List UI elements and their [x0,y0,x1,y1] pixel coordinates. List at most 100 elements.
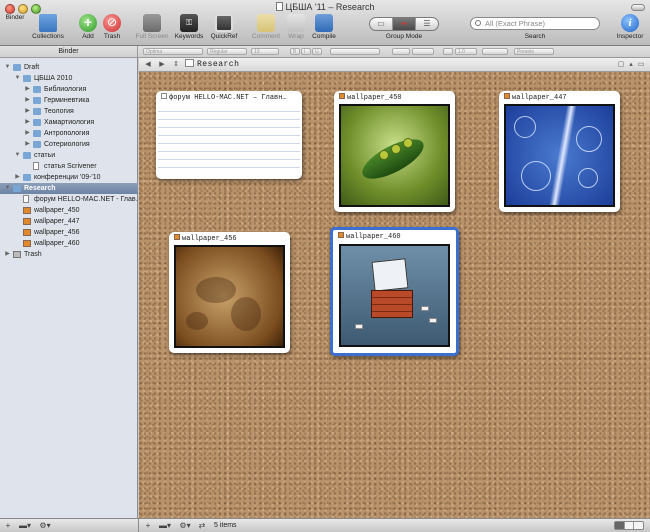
trash-icon [13,251,21,258]
card-title: wallpaper_456 [174,234,286,244]
disclosure-collapsed-icon[interactable]: ▶ [24,139,31,150]
add-folder-icon[interactable]: ▬▾ [17,521,33,530]
gear-icon[interactable]: ⚙▾ [177,521,193,530]
window-toolbar: ЦБША '11 – Research Binder Collections +… [0,0,650,90]
binder-item-label: Теология [44,108,74,115]
line-spacing-select[interactable]: 1.0 [455,48,477,55]
disclosure-expanded-icon[interactable]: ▼ [14,150,21,161]
binder-item-label: Research [24,185,56,192]
binder-item-label: wallpaper_447 [34,218,80,225]
binder-item-folder[interactable]: ▶ Теология [0,106,138,117]
group-mode-control[interactable]: ▭ ▪▪ ☰ [369,17,439,31]
disclosure-collapsed-icon[interactable]: ▶ [24,95,31,106]
disclosure-expanded-icon[interactable]: ▼ [14,73,21,84]
index-card[interactable]: wallpaper_450 [334,91,455,212]
split-up-icon[interactable]: ▴ [626,60,636,69]
split-editor-icon[interactable]: ▭ [636,60,646,69]
binder-item-folder[interactable]: ▶ Антропология [0,128,138,139]
folder-icon [33,119,41,126]
search-label: Search [524,33,546,40]
disclosure-collapsed-icon[interactable]: ▶ [24,128,31,139]
highlight-color-select[interactable] [412,48,434,55]
add-item-icon[interactable]: + [3,521,13,530]
disclosure-expanded-icon[interactable]: ▼ [4,62,11,73]
disclosure-collapsed-icon[interactable]: ▶ [24,106,31,117]
index-card-selected[interactable]: wallpaper_460 [330,227,459,356]
index-card[interactable]: форум HELLO-MAC.NET – Главн… [156,91,302,179]
format-bar: Binder Optima Regular 13 B I U 1.0 Prese… [0,46,650,58]
history-chevron-icon[interactable]: ⇕ [171,60,181,69]
index-card[interactable]: wallpaper_447 [499,91,620,212]
disclosure-collapsed-icon[interactable]: ▶ [4,249,11,260]
disclosure-collapsed-icon[interactable]: ▶ [24,117,31,128]
add-folder-icon[interactable]: ▬▾ [157,521,173,530]
search-field[interactable]: All (Exact Phrase) [470,17,600,30]
folder-icon [33,130,41,137]
grid-view-icon[interactable] [615,522,625,529]
binder-item-folder[interactable]: ▼ Draft [0,62,138,73]
binder-item-folder[interactable]: ▼ ЦБША 2010 [0,73,138,84]
compile-button[interactable]: Compile [303,14,345,40]
add-card-icon[interactable]: + [143,521,153,530]
swap-arrows-icon[interactable]: ⇄ [196,521,208,530]
binder-item-label: ЦБША 2010 [34,75,73,82]
underline-button[interactable]: U [312,48,322,55]
font-size-select[interactable]: 13 [251,48,279,55]
back-arrow-icon[interactable]: ◀ [143,60,153,69]
folder-icon [33,86,41,93]
bookmark-icon[interactable]: ▢ [616,60,626,69]
editor-header-title[interactable]: Research [185,58,239,72]
card-title: wallpaper_460 [338,232,452,242]
corkboard-mode-segment[interactable]: ▪▪ [393,18,416,30]
font-style-select[interactable]: Regular [207,48,247,55]
label-view-icon[interactable] [634,522,643,529]
inspector-button[interactable]: i Inspector [609,14,650,40]
image-icon [23,207,31,214]
folder-icon [13,185,21,192]
binder-item-doc[interactable]: форум HELLO-MAC.NET - Глав… [0,194,138,205]
document-icon [161,93,167,99]
text-color-well[interactable] [392,48,410,55]
italic-button[interactable]: I [301,48,311,55]
font-family-select[interactable]: Optima [143,48,203,55]
binder-item-image[interactable]: wallpaper_460 [0,238,138,249]
binder-item-image[interactable]: wallpaper_447 [0,216,138,227]
scrivenings-mode-segment[interactable]: ▭ [370,18,393,30]
disclosure-collapsed-icon[interactable]: ▶ [24,84,31,95]
bold-button[interactable]: B [290,48,300,55]
binder-item-folder[interactable]: ▶ конференции '09-'10 [0,172,138,183]
binder-item-label: конференции '09-'10 [34,174,101,181]
binder-item-folder[interactable]: ▶ Библиология [0,84,138,95]
lists-select[interactable] [482,48,508,55]
presets-select[interactable]: Presets [514,48,554,55]
binder-item-folder[interactable]: ▼ статьи [0,150,138,161]
trash-button[interactable]: ⊘ Trash [91,14,133,40]
outliner-mode-segment[interactable]: ☰ [416,18,438,30]
index-card[interactable]: wallpaper_456 [169,232,290,353]
quickref-button[interactable]: QuickRef [203,14,245,40]
disclosure-collapsed-icon[interactable]: ▶ [14,172,21,183]
binder-item-trash[interactable]: ▶ Trash [0,249,138,260]
card-text-lines [158,104,300,175]
collections-button[interactable]: Collections [27,14,69,40]
binder-item-image[interactable]: wallpaper_450 [0,205,138,216]
disclosure-expanded-icon[interactable]: ▼ [4,183,11,194]
binder-item-doc[interactable]: статья Scrivener [0,161,138,172]
gear-icon[interactable]: ⚙▾ [37,521,53,530]
freeform-view-icon[interactable] [625,522,635,529]
document-icon [23,195,29,203]
corkboard-view-mode-switch[interactable] [614,521,644,530]
alignment-control[interactable] [330,48,380,55]
forward-arrow-icon[interactable]: ▶ [157,60,167,69]
binder-item-folder[interactable]: ▶ Сотериология [0,139,138,150]
full-screen-button[interactable]: Full Screen [131,14,173,40]
folder-icon [33,97,41,104]
binder-item-folder[interactable]: ▶ Герминевтика [0,95,138,106]
binder-item-image[interactable]: wallpaper_456 [0,227,138,238]
line-spacing-icon[interactable] [443,48,453,55]
binder-item-folder[interactable]: ▼ Research [0,183,138,194]
toolbar-toggle-button[interactable] [631,4,645,11]
binder-item-folder[interactable]: ▶ Хамартиология [0,117,138,128]
window-title: ЦБША '11 – Research [0,2,650,12]
card-title: wallpaper_450 [339,93,451,103]
